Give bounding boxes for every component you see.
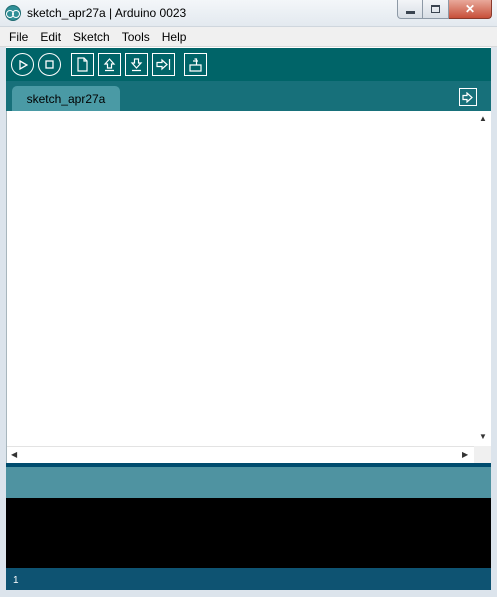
scroll-right-icon[interactable]: ▶ [462, 451, 468, 459]
new-file-icon [77, 57, 88, 72]
window-frame-bottom [0, 590, 497, 597]
tab-sketch[interactable]: sketch_apr27a [12, 86, 120, 111]
arrow-right-icon [462, 91, 473, 103]
arrow-down-icon [130, 58, 143, 72]
scroll-down-icon[interactable]: ▼ [479, 433, 487, 441]
window-frame-right [491, 47, 497, 597]
vertical-scrollbar[interactable]: ▲ ▼ [474, 111, 491, 446]
scroll-up-icon[interactable]: ▲ [479, 115, 487, 123]
minimize-button[interactable] [397, 0, 423, 19]
arrow-right-icon [156, 58, 171, 71]
close-icon: ✕ [464, 2, 476, 16]
status-footer: 1 [6, 568, 491, 590]
window-frame-left [0, 47, 6, 597]
toolbar [0, 48, 497, 81]
menu-tools[interactable]: Tools [116, 30, 156, 44]
menu-edit[interactable]: Edit [34, 30, 67, 44]
upload-button[interactable] [152, 53, 175, 76]
tab-strip: sketch_apr27a [0, 81, 497, 111]
window-controls: ✕ [397, 0, 492, 19]
arduino-logo-icon [5, 5, 21, 21]
scroll-left-icon[interactable]: ◀ [11, 451, 17, 459]
open-button[interactable] [98, 53, 121, 76]
menu-help[interactable]: Help [156, 30, 193, 44]
scroll-corner [474, 446, 491, 463]
minimize-icon [405, 10, 415, 14]
menu-file[interactable]: File [3, 30, 34, 44]
verify-button[interactable] [11, 53, 34, 76]
status-message-area [6, 467, 491, 498]
maximize-button[interactable] [423, 0, 449, 19]
arrow-up-icon [103, 58, 116, 72]
tab-menu-button[interactable] [459, 88, 477, 106]
window-title: sketch_apr27a | Arduino 0023 [27, 6, 187, 20]
console-output[interactable] [6, 498, 491, 568]
horizontal-scrollbar[interactable]: ◀ ▶ [7, 446, 475, 463]
stop-button[interactable] [38, 53, 61, 76]
code-editor[interactable]: ▲ ▼ ◀ ▶ [6, 111, 491, 463]
title-bar: sketch_apr27a | Arduino 0023 ✕ [0, 0, 497, 27]
save-button[interactable] [125, 53, 148, 76]
close-button[interactable]: ✕ [449, 0, 492, 19]
maximize-icon [431, 5, 440, 13]
play-icon [18, 59, 28, 70]
stop-icon [45, 60, 54, 69]
menu-bar: File Edit Sketch Tools Help [0, 27, 497, 47]
line-number: 1 [13, 575, 19, 586]
monitor-icon [189, 58, 202, 72]
new-button[interactable] [71, 53, 94, 76]
menu-sketch[interactable]: Sketch [67, 30, 116, 44]
serial-monitor-button[interactable] [184, 53, 207, 76]
